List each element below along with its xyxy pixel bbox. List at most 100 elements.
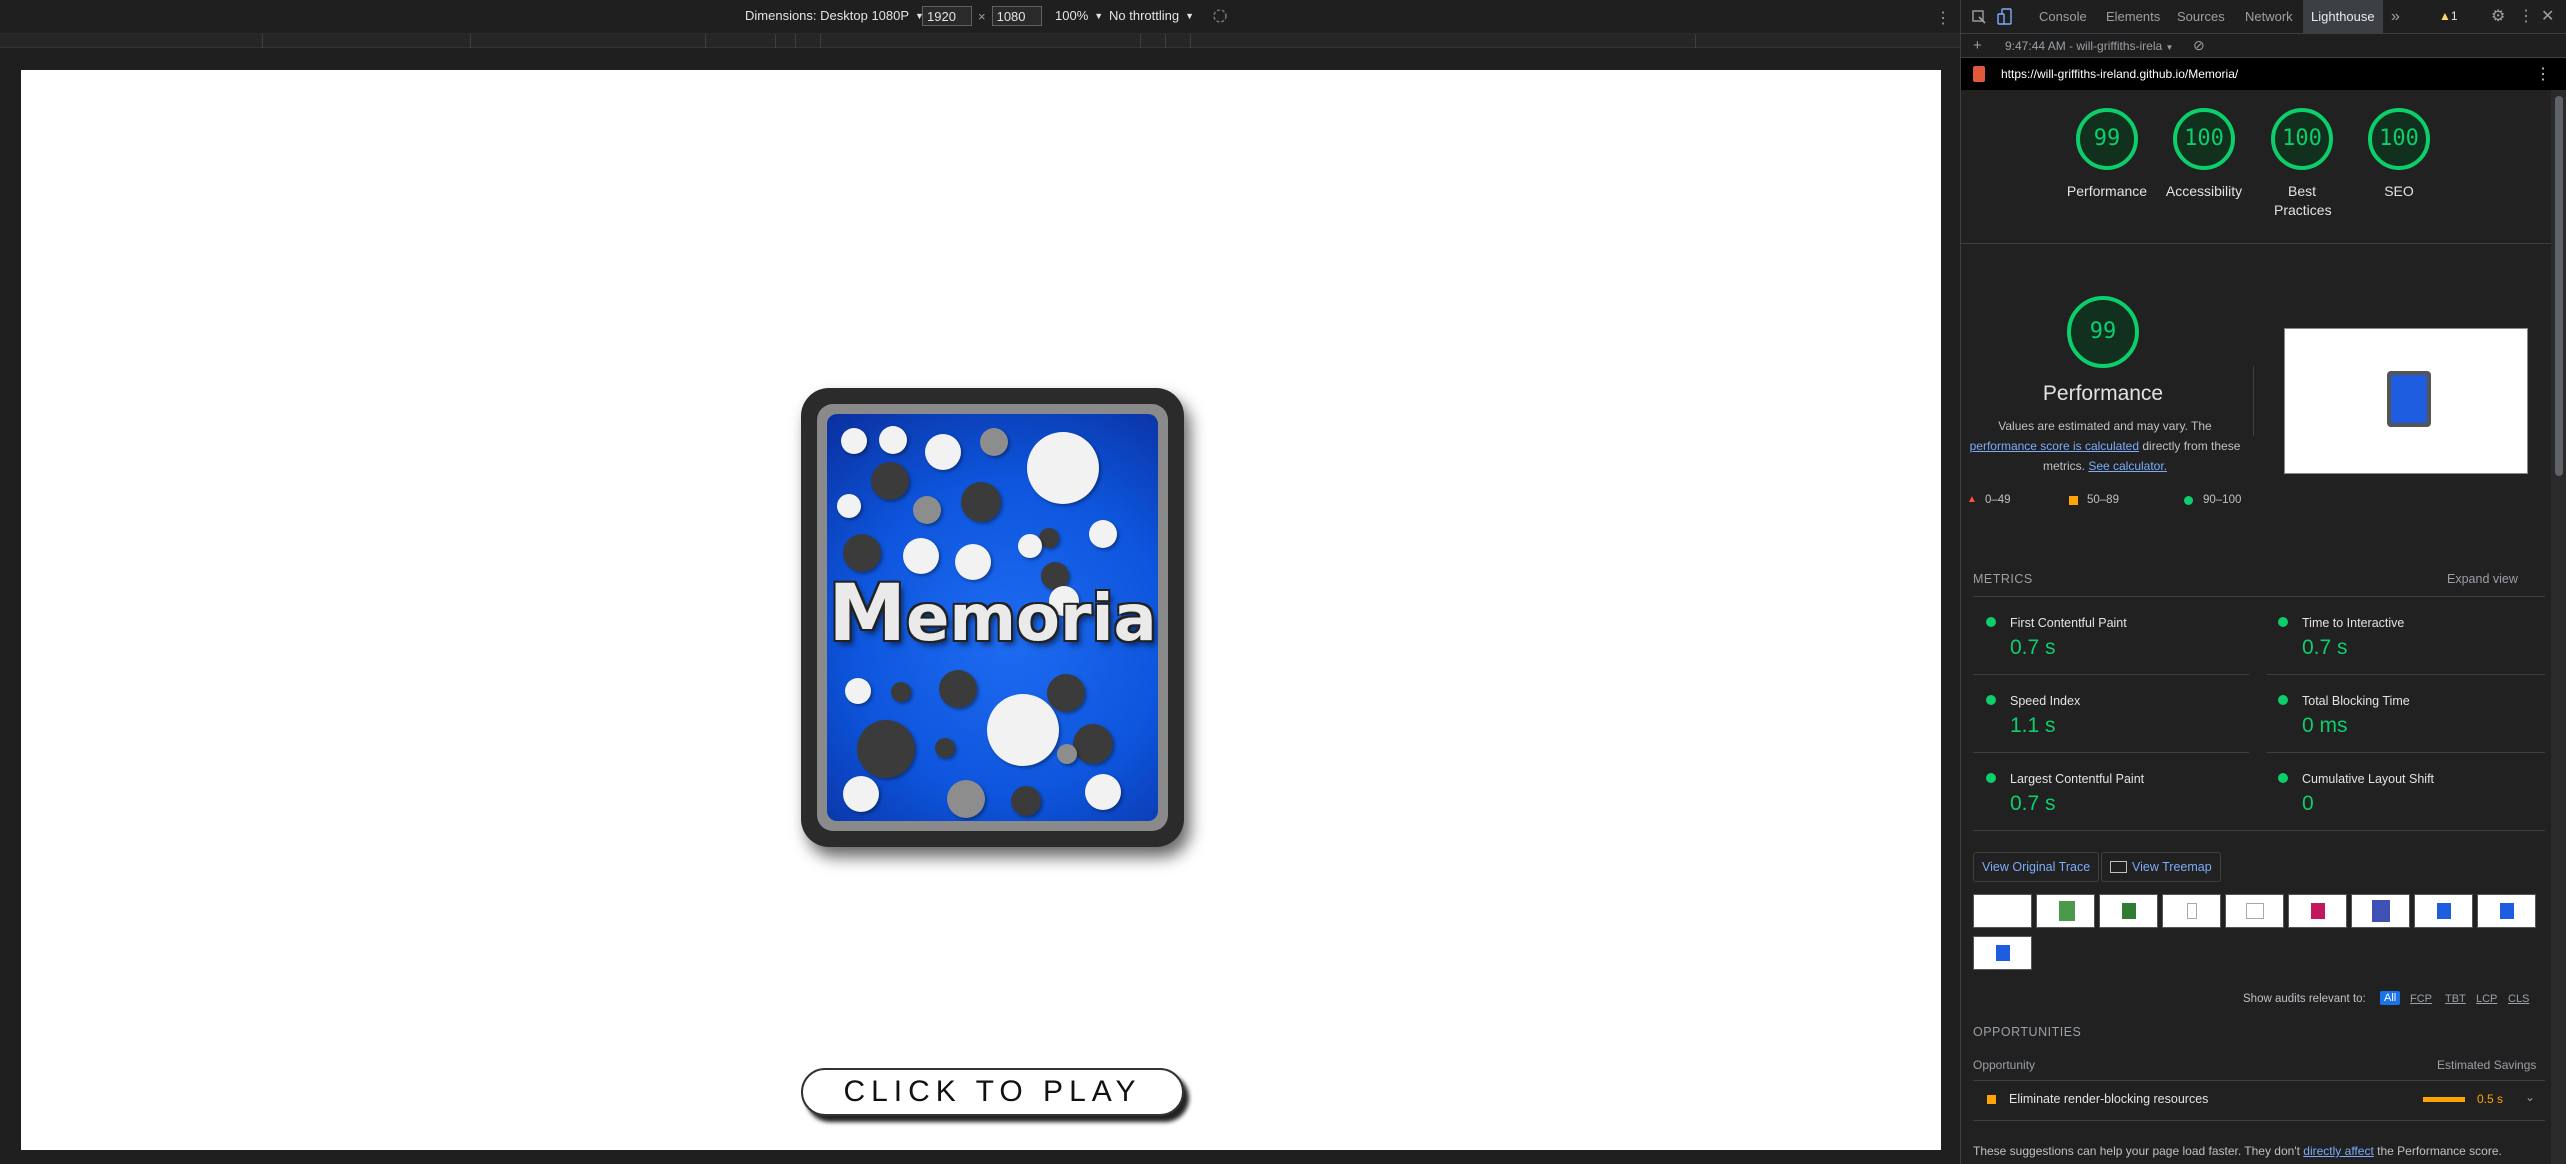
pass-circle-icon bbox=[2184, 496, 2193, 505]
page-viewport: Memoria CLICK TO PLAY bbox=[21, 70, 1941, 1150]
tab-elements[interactable]: Elements bbox=[2098, 0, 2168, 34]
gauge-label: Accessibility bbox=[2165, 183, 2243, 199]
score-calculated-link[interactable]: performance score is calculated bbox=[1970, 439, 2139, 453]
audit-filter-label: Show audits relevant to: bbox=[2243, 993, 2366, 1005]
tab-console[interactable]: Console bbox=[2031, 0, 2095, 34]
filmstrip-frame bbox=[2036, 894, 2095, 928]
times-separator: × bbox=[978, 8, 986, 24]
report-url-bar: https://will-griffiths-ireland.github.io… bbox=[1961, 58, 2566, 90]
chevron-down-icon: ▼ bbox=[1094, 10, 1104, 21]
average-square-icon bbox=[2069, 496, 2078, 505]
height-input[interactable] bbox=[991, 6, 1042, 26]
final-screenshot[interactable] bbox=[2284, 328, 2528, 474]
rotate-icon[interactable] bbox=[1212, 8, 1228, 24]
kebab-menu-icon[interactable]: ⋮ bbox=[2518, 0, 2534, 34]
gauge-seo[interactable]: 100 bbox=[2368, 108, 2430, 170]
throttling-dropdown[interactable]: No throttling ▼ bbox=[1109, 8, 1194, 23]
report-selector-bar: + 9:47:44 AM - will-griffiths-irela ▼ ⊘ bbox=[1961, 34, 2566, 58]
metrics-heading: METRICS bbox=[1973, 572, 2033, 586]
filter-fcp[interactable]: FCP bbox=[2410, 993, 2432, 1005]
devtools-tabbar: Console Elements Sources Network Lightho… bbox=[1961, 0, 2566, 34]
performance-title: Performance bbox=[2042, 382, 2164, 405]
average-square-icon bbox=[1987, 1095, 1996, 1104]
performance-score-gauge: 99 bbox=[2067, 296, 2139, 368]
media-query-ruler[interactable] bbox=[0, 34, 1960, 48]
savings-bar bbox=[2423, 1097, 2465, 1102]
close-icon[interactable]: ✕ bbox=[2541, 0, 2554, 34]
opportunity-row[interactable]: Eliminate render-blocking resources 0.5 … bbox=[1973, 1082, 2545, 1118]
gauge-label: Best Practices bbox=[2274, 183, 2332, 218]
report-scrollbar[interactable] bbox=[2551, 90, 2566, 1164]
opportunities-heading: OPPORTUNITIES bbox=[1973, 1025, 2082, 1039]
clear-reports-icon[interactable]: ⊘ bbox=[2193, 37, 2205, 54]
filmstrip-frame bbox=[2099, 894, 2158, 928]
lighthouse-report: 99 Performance 100 Accessibility 100 Bes… bbox=[1961, 90, 2551, 1164]
filmstrip-frame bbox=[2477, 894, 2536, 928]
filter-lcp[interactable]: LCP bbox=[2476, 993, 2497, 1005]
performance-description: Values are estimated and may vary. The p… bbox=[1969, 419, 2241, 473]
report-menu-icon[interactable]: ⋮ bbox=[2535, 64, 2551, 84]
dimensions-label: Dimensions: Desktop 1080P bbox=[745, 8, 910, 23]
directly-affect-link[interactable]: directly affect bbox=[2303, 1144, 2373, 1158]
device-toolbar: Dimensions: Desktop 1080P ▼ × 100% ▼ No … bbox=[0, 0, 1960, 34]
more-options-icon[interactable]: ⋮ bbox=[1935, 8, 1951, 28]
metric-label: Largest Contentful Paint bbox=[2010, 772, 2145, 786]
metric-value: 0.7 s bbox=[2010, 792, 2056, 815]
divider bbox=[2253, 366, 2254, 436]
see-calculator-link[interactable]: See calculator. bbox=[2088, 459, 2167, 473]
add-report-icon[interactable]: + bbox=[1973, 37, 1982, 54]
report-url[interactable]: https://will-griffiths-ireland.github.io… bbox=[2001, 67, 2238, 81]
width-input[interactable] bbox=[922, 6, 972, 26]
inspect-element-icon[interactable] bbox=[1971, 9, 1987, 28]
zoom-label: 100% bbox=[1055, 8, 1089, 23]
view-original-trace-button[interactable]: View Original Trace bbox=[1973, 852, 2100, 882]
metric-value: 1.1 s bbox=[2010, 714, 2056, 737]
opportunity-column-header: Opportunity bbox=[1973, 1058, 2036, 1072]
gauge-accessibility[interactable]: 100 bbox=[2173, 108, 2235, 170]
warnings-badge[interactable]: ▲1 bbox=[2439, 9, 2458, 23]
zoom-dropdown[interactable]: 100% ▼ bbox=[1055, 8, 1103, 23]
savings-column-header: Estimated Savings bbox=[2437, 1058, 2537, 1072]
gauge-label: SEO bbox=[2384, 183, 2414, 199]
tab-lighthouse[interactable]: Lighthouse bbox=[2303, 0, 2383, 34]
lighthouse-logo-icon bbox=[1973, 66, 1985, 82]
filmstrip-frame bbox=[1973, 936, 2032, 970]
more-tabs-icon[interactable]: » bbox=[2391, 0, 2400, 34]
metric-value: 0 ms bbox=[2302, 714, 2348, 737]
device-toggle-icon[interactable] bbox=[1997, 8, 2013, 29]
filmstrip-frame bbox=[2414, 894, 2473, 928]
filmstrip-frame bbox=[2288, 894, 2347, 928]
filmstrip-frame bbox=[2225, 894, 2284, 928]
metric-label: First Contentful Paint bbox=[2010, 616, 2127, 630]
treemap-icon bbox=[2110, 861, 2127, 873]
filter-all[interactable]: All bbox=[2380, 991, 2401, 1005]
tab-network[interactable]: Network bbox=[2237, 0, 2301, 34]
view-treemap-button[interactable]: View Treemap bbox=[2101, 852, 2221, 882]
opportunity-label: Eliminate render-blocking resources bbox=[2009, 1092, 2209, 1106]
game-title: Memoria bbox=[828, 569, 1157, 659]
tab-sources[interactable]: Sources bbox=[2169, 0, 2233, 34]
chevron-down-icon: ▼ bbox=[1185, 10, 1195, 21]
memoria-logo-card: Memoria bbox=[801, 388, 1184, 847]
gauge-label: Performance bbox=[2066, 183, 2148, 199]
filmstrip-frame bbox=[1973, 894, 2032, 928]
filter-tbt[interactable]: TBT bbox=[2445, 993, 2466, 1005]
gauge-performance[interactable]: 99 bbox=[2076, 108, 2138, 170]
report-dropdown[interactable]: 9:47:44 AM - will-griffiths-irela ▼ bbox=[2005, 39, 2173, 53]
metric-label: Total Blocking Time bbox=[2302, 694, 2410, 708]
filter-cls[interactable]: CLS bbox=[2508, 993, 2529, 1005]
click-to-play-button[interactable]: CLICK TO PLAY bbox=[801, 1068, 1184, 1116]
opportunities-footer: These suggestions can help your page loa… bbox=[1973, 1144, 2502, 1158]
gauge-best-practices[interactable]: 100 bbox=[2271, 108, 2333, 170]
metric-value: 0 bbox=[2302, 792, 2314, 815]
devtools-panel: Console Elements Sources Network Lightho… bbox=[1960, 0, 2566, 1164]
metric-label: Time to Interactive bbox=[2302, 616, 2405, 630]
fail-triangle-icon: ▲ bbox=[1967, 494, 1977, 505]
metric-value: 0.7 s bbox=[2010, 636, 2056, 659]
expand-view-toggle[interactable]: Expand view bbox=[2447, 572, 2518, 586]
filmstrip-frame bbox=[2351, 894, 2410, 928]
gear-icon[interactable]: ⚙ bbox=[2491, 0, 2505, 34]
metric-label: Speed Index bbox=[2010, 694, 2081, 708]
chevron-down-icon[interactable]: ⌄ bbox=[2525, 1090, 2535, 1104]
dimensions-dropdown[interactable]: Dimensions: Desktop 1080P ▼ bbox=[745, 8, 924, 23]
